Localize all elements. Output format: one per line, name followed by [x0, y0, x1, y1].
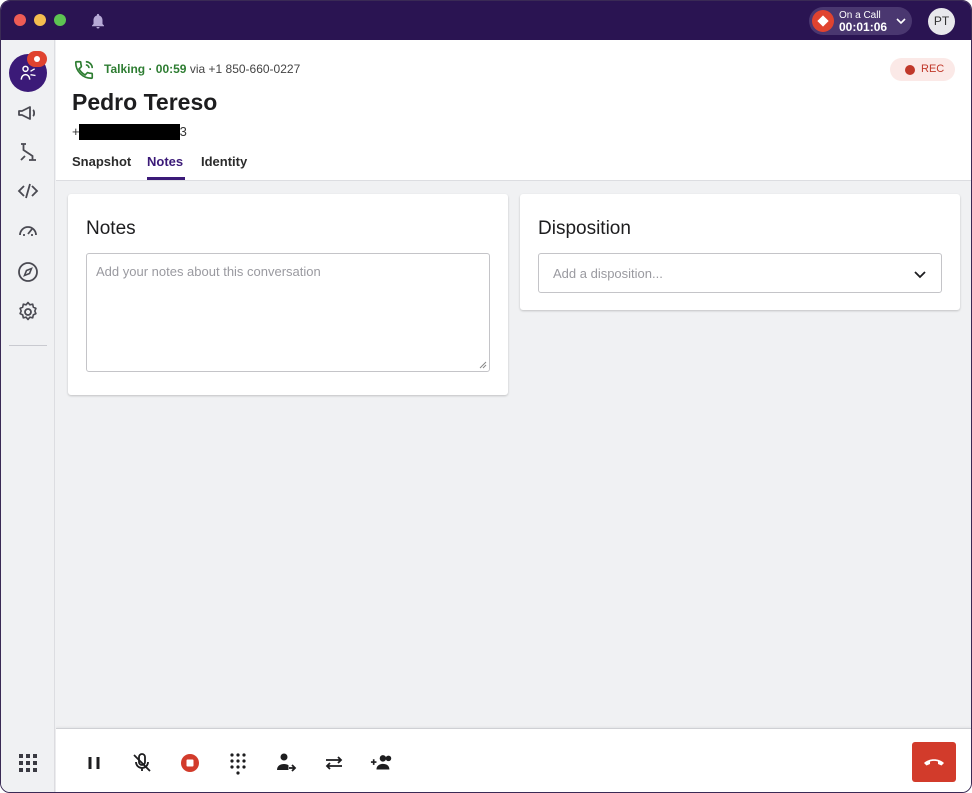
settings-icon[interactable] — [16, 300, 40, 324]
compass-icon[interactable] — [16, 260, 40, 284]
mute-icon[interactable] — [130, 751, 154, 775]
call-status: Talking · 00:59 — [104, 62, 187, 76]
sidebar-divider — [9, 345, 47, 346]
call-via-number: via +1 850-660-0227 — [189, 62, 301, 76]
pause-icon[interactable] — [82, 751, 106, 775]
phone-in-talk-icon — [74, 60, 94, 80]
recording-badge[interactable]: REC — [890, 58, 955, 81]
transfer-person-icon[interactable] — [274, 751, 298, 775]
rec-label: REC — [921, 63, 945, 75]
call-status-icon — [812, 10, 834, 32]
resize-grip-icon[interactable] — [478, 360, 487, 369]
call-header: Talking · 00:59 via +1 850-660-0227 REC … — [56, 40, 971, 181]
code-icon[interactable] — [16, 179, 40, 203]
hangup-icon — [924, 759, 944, 766]
call-status-line: Talking · 00:59 via +1 850-660-0227 — [104, 62, 300, 76]
on-call-timer: 00:01:06 — [839, 20, 888, 34]
megaphone-icon[interactable] — [16, 101, 40, 125]
chevron-down-icon — [896, 18, 906, 25]
notes-textarea[interactable] — [86, 253, 490, 372]
swap-icon[interactable] — [322, 751, 346, 775]
contact-phone-suffix: 3 — [179, 124, 187, 139]
tab-snapshot[interactable]: Snapshot — [72, 154, 131, 169]
user-avatar[interactable]: PT — [928, 8, 955, 35]
disposition-placeholder: Add a disposition... — [553, 266, 663, 281]
call-controls-toolbar — [56, 728, 971, 792]
record-dot-icon — [905, 65, 915, 75]
disposition-card: Disposition Add a disposition... — [520, 194, 960, 310]
app-window: On a Call 00:01:06 PT Talking · 00:59 vi… — [0, 0, 972, 793]
add-participant-icon[interactable] — [370, 751, 394, 775]
dialpad-icon[interactable] — [226, 751, 250, 775]
sidebar — [1, 40, 55, 792]
flow-icon[interactable] — [16, 140, 40, 164]
disposition-select[interactable]: Add a disposition... — [538, 253, 942, 293]
disposition-title: Disposition — [538, 218, 631, 239]
chevron-down-icon — [914, 271, 926, 279]
on-call-indicator[interactable]: On a Call 00:01:06 — [809, 7, 912, 35]
tab-notes[interactable]: Notes — [147, 154, 183, 169]
stop-record-icon[interactable] — [178, 751, 202, 775]
notes-title: Notes — [86, 218, 136, 239]
close-window-button[interactable] — [14, 14, 26, 26]
tab-identity[interactable]: Identity — [201, 154, 247, 169]
notes-card: Notes — [68, 194, 508, 395]
apps-grid-icon[interactable] — [18, 753, 38, 773]
hangup-button[interactable] — [912, 742, 956, 782]
bell-icon[interactable] — [89, 12, 107, 30]
notification-badge — [27, 51, 47, 67]
speedometer-icon[interactable] — [16, 218, 40, 242]
title-bar: On a Call 00:01:06 PT — [1, 1, 971, 40]
contact-name: Pedro Tereso — [72, 89, 218, 115]
active-tab-indicator — [147, 177, 185, 180]
minimize-window-button[interactable] — [34, 14, 46, 26]
maximize-window-button[interactable] — [54, 14, 66, 26]
redacted-phone-block — [79, 124, 180, 140]
